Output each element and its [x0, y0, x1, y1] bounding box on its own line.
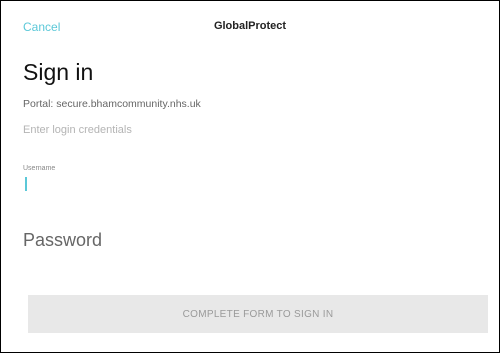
navigation-bar: Cancel GlobalProtect [1, 1, 499, 47]
login-prompt: Enter login credentials [23, 124, 132, 136]
sign-in-screen: Cancel GlobalProtect Sign in Portal: sec… [0, 0, 500, 353]
username-label: Username [23, 165, 56, 172]
username-field[interactable] [23, 175, 463, 193]
sign-in-button[interactable]: COMPLETE FORM TO SIGN IN [28, 295, 488, 333]
password-field[interactable] [23, 226, 463, 254]
text-cursor [25, 177, 27, 191]
page-title: Sign in [23, 59, 94, 85]
portal-address: Portal: secure.bhamcommunity.nhs.uk [23, 98, 201, 110]
app-title: GlobalProtect [213, 20, 287, 32]
